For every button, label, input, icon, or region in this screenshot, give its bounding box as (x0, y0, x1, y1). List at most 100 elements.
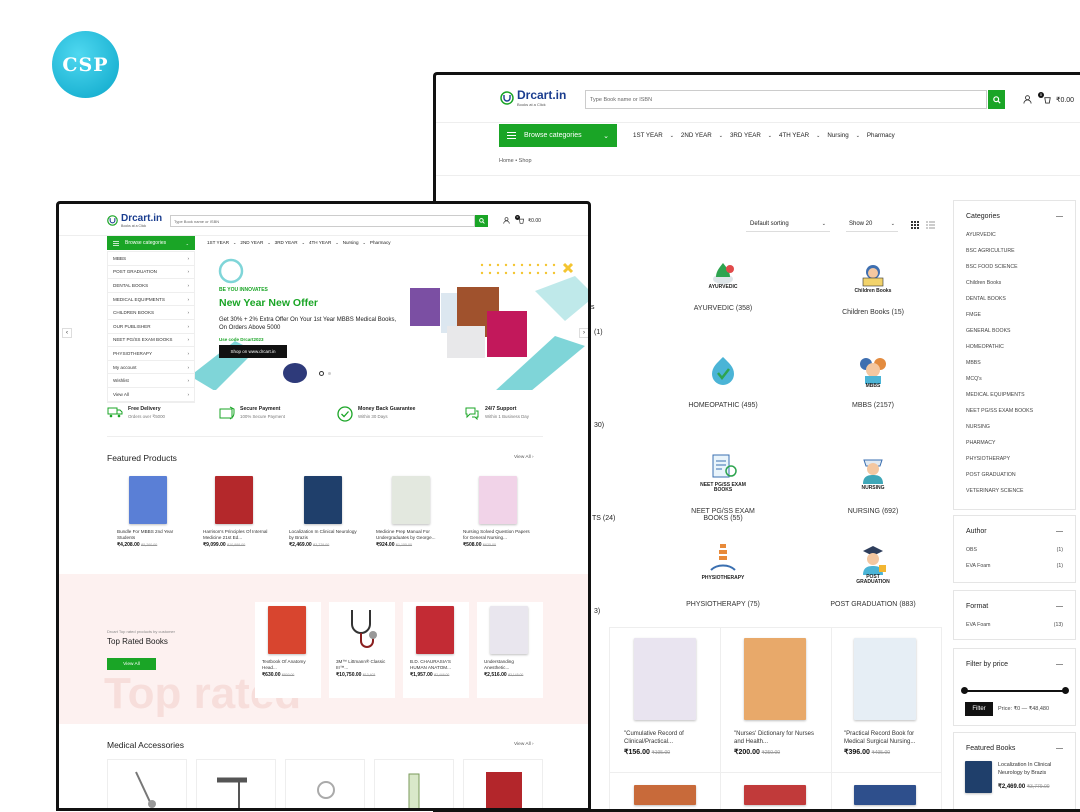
product-card[interactable]: Harrison's Principles Of Internal Medici… (203, 476, 273, 548)
grid-view-icon[interactable] (911, 221, 919, 229)
product-card[interactable]: "Nurses' Dictionary for Nurses and Healt… (734, 638, 824, 756)
cart-total[interactable]: ₹0.00 (528, 218, 541, 224)
carousel-prev-button[interactable]: ‹ (62, 328, 72, 338)
category-link[interactable]: POST GRADUATION (966, 472, 1063, 488)
category-link[interactable]: VETERINARY SCIENCE (966, 488, 1063, 504)
user-icon[interactable] (503, 217, 510, 224)
menu-item-view-all[interactable]: View All › (108, 388, 194, 402)
category-tile-homeopathic[interactable]: HOMEOPATHIC (495) (678, 350, 768, 409)
browse-categories-button[interactable]: Browse categories ⌄ (499, 124, 617, 147)
category-tile-nursing[interactable]: NURSING NURSING (692) (828, 443, 918, 515)
cart-total[interactable]: ₹0.00 (1056, 96, 1074, 104)
accessory-card[interactable] (285, 759, 365, 808)
author-filter-obs[interactable]: OBS (1) (966, 547, 1063, 563)
menu-item-neet-pg[interactable]: NEET PG/SS EXAM BOOKS › (108, 334, 194, 348)
search-button[interactable] (475, 215, 488, 227)
carousel-next-button[interactable]: › (579, 328, 588, 338)
category-link[interactable]: NURSING (966, 424, 1063, 440)
cart-icon[interactable] (1043, 95, 1052, 104)
category-link[interactable]: MBBS (966, 360, 1063, 376)
top-rated-card[interactable]: Textbook Of Anatomy Head... ₹630.00 ₹800… (255, 602, 321, 698)
nav-item-nursing[interactable]: Nursing (343, 240, 359, 245)
product-card[interactable]: Nursing Solved Question Papers for Gener… (463, 476, 535, 548)
product-card[interactable]: "Practical Record Book for Medical Surgi… (844, 638, 934, 756)
menu-item-my-account[interactable]: My account › (108, 361, 194, 375)
top-rated-card[interactable]: B.D. CHAURASIA'S HUMAN ANATOM... ₹1,957.… (403, 602, 469, 698)
category-tile-post-graduation[interactable]: POST GRADUATION POST GRADUATION (883) (828, 537, 918, 608)
category-link[interactable]: GENERAL BOOKS (966, 328, 1063, 344)
accessory-card[interactable] (196, 759, 276, 808)
site-logo[interactable]: Drcart.in Books at a Click (500, 88, 566, 107)
author-filter-eva-foam[interactable]: EVA Foam (1) (966, 563, 1063, 579)
menu-item-mbbs[interactable]: MBBS › (108, 252, 194, 266)
category-tile-physiotherapy[interactable]: PHYSIOTHERAPY PHYSIOTHERAPY (75) (678, 537, 768, 608)
breadcrumb-home[interactable]: Home (499, 158, 514, 164)
category-link[interactable]: BSC FOOD SCIENCE (966, 264, 1063, 280)
sorting-select[interactable]: Default sorting ⌄ (746, 217, 830, 232)
accessory-card[interactable] (107, 759, 187, 808)
site-logo[interactable]: Drcart.in Books at a Click (107, 213, 162, 228)
top-rated-card[interactable]: 3M™ Littmann® Classic III™... ₹10,750.00… (329, 602, 395, 698)
category-link[interactable]: Children Books (966, 280, 1063, 296)
search-button[interactable] (988, 90, 1005, 109)
nav-item-nursing[interactable]: Nursing (827, 132, 848, 139)
accessory-card[interactable] (463, 759, 543, 808)
product-card[interactable]: Localization In Clinical Neurology by Br… (289, 476, 359, 548)
category-link[interactable]: BSC AGRICULTURE (966, 248, 1063, 264)
menu-item-wishlist[interactable]: Wishlist › (108, 374, 194, 388)
category-tile-ayurvedic[interactable]: AYURVEDIC AYURVEDIC (358) (678, 253, 768, 312)
category-link[interactable]: AYURVEDIC (966, 232, 1063, 248)
menu-item-dental-books[interactable]: DENTAL BOOKS › (108, 279, 194, 293)
price-slider-max-handle[interactable] (1062, 687, 1069, 694)
category-link[interactable]: PHYSIOTHERAPY (966, 456, 1063, 472)
carousel-dot-active[interactable] (319, 371, 324, 376)
hero-cta-button[interactable]: Shop on www.drcart.in (219, 345, 287, 358)
top-rated-view-all-button[interactable]: View All (107, 658, 156, 670)
product-card[interactable]: "Cumulative Record of Clinical/Practical… (624, 638, 714, 756)
category-link[interactable]: FMGE (966, 312, 1063, 328)
product-card[interactable]: Bundle For MBBS 2nd Year Students ₹4,208… (117, 476, 187, 548)
menu-item-post-graduation[interactable]: POST GRADUATION › (108, 266, 194, 280)
nav-item-pharmacy[interactable]: Pharmacy (867, 132, 895, 139)
accessory-card[interactable] (374, 759, 454, 808)
featured-book-title[interactable]: Localization In Clinical Neurology by Br… (998, 762, 1068, 777)
product-card[interactable]: Medicine Prep Manual For Undergraduates … (376, 476, 448, 548)
category-link[interactable]: DENTAL BOOKS (966, 296, 1063, 312)
menu-item-medical-equipments[interactable]: MEDICAL EQUIPMENTS › (108, 293, 194, 307)
show-count-select[interactable]: Show 20 ⌄ (846, 217, 898, 232)
user-icon[interactable] (1023, 95, 1032, 104)
format-filter-eva-foam[interactable]: EVA Foam (13) (966, 622, 1063, 638)
carousel-dot[interactable] (328, 372, 331, 375)
category-link[interactable]: PHARMACY (966, 440, 1063, 456)
cart-icon[interactable] (518, 217, 525, 224)
nav-item-3rd-year[interactable]: 3RD YEAR (730, 132, 761, 139)
category-tile-neet-pg[interactable]: NEET PG/SS EXAM BOOKS NEET PG/SS EXAM BO… (678, 443, 768, 522)
list-view-icon[interactable] (926, 221, 935, 229)
nav-item-1st-year[interactable]: 1ST YEAR (633, 132, 663, 139)
category-link[interactable]: MEDICAL EQUIPMENTS (966, 392, 1063, 408)
category-link[interactable]: NEET PG/SS EXAM BOOKS (966, 408, 1063, 424)
search-input[interactable]: Type Book name or ISBN (585, 90, 987, 109)
category-tile-mbbs[interactable]: MBBS MBBS (2157) (828, 350, 918, 409)
menu-item-our-publisher[interactable]: OUR PUBLISHER › (108, 320, 194, 334)
filter-button[interactable]: Filter (965, 702, 993, 716)
price-slider-min-handle[interactable] (961, 687, 968, 694)
category-link[interactable]: MCQ's (966, 376, 1063, 392)
menu-item-physiotherapy[interactable]: PHYSIOTHERAPY › (108, 347, 194, 361)
accessories-view-all-link[interactable]: View All › (514, 742, 534, 747)
browse-categories-button[interactable]: Browse categories ⌄ (107, 236, 195, 250)
nav-item-2nd-year[interactable]: 2ND YEAR (681, 132, 712, 139)
category-link[interactable]: HOMEOPATHIC (966, 344, 1063, 360)
nav-item-4th-year[interactable]: 4TH YEAR (309, 240, 331, 245)
nav-item-3rd-year[interactable]: 3RD YEAR (275, 240, 298, 245)
nav-item-2nd-year[interactable]: 2ND YEAR (240, 240, 263, 245)
hero-banner[interactable]: BE YOU INNOVATES New Year New Offer Get … (195, 251, 588, 390)
featured-book-image[interactable] (965, 761, 992, 793)
nav-item-pharmacy[interactable]: Pharmacy (370, 240, 391, 245)
nav-item-4th-year[interactable]: 4TH YEAR (779, 132, 809, 139)
menu-item-children-books[interactable]: CHILDREN BOOKS › (108, 306, 194, 320)
top-rated-card[interactable]: Understanding Anesthetic... ₹2,516.00 ₹3… (477, 602, 543, 698)
search-input[interactable]: Type Book name or ISBN (170, 215, 475, 227)
nav-item-1st-year[interactable]: 1ST YEAR (207, 240, 229, 245)
category-tile-children-books[interactable]: Children Books Children Books (15) (828, 257, 918, 316)
